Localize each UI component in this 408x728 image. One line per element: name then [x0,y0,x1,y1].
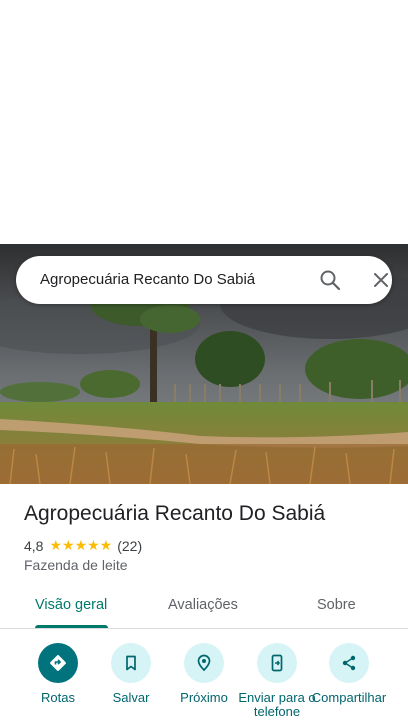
save-label: Salvar [112,690,150,705]
share-button[interactable]: Compartilhar [309,643,389,705]
rating-count: (22) [117,537,143,554]
save-button[interactable]: Salvar [91,643,171,705]
nearby-button[interactable]: Próximo [164,643,244,705]
search-icon[interactable] [318,268,342,292]
directions-label: Rotas [41,690,75,705]
rating-row[interactable]: 4,8 ★★★★★ (22) [24,537,142,554]
send-to-phone-button[interactable]: Enviar para o telefone [237,643,317,719]
bookmark-icon [111,643,151,683]
rating-stars: ★★★★★ [49,537,113,553]
nearby-icon [184,643,224,683]
place-title: Agropecuária Recanto Do Sabiá [24,502,326,525]
close-icon[interactable] [369,268,393,292]
tab-about[interactable]: Sobre [317,597,356,613]
search-input[interactable]: Agropecuária Recanto Do Sabiá [40,271,255,288]
send-to-phone-label: Enviar para o telefone [238,690,316,719]
send-to-phone-icon [257,643,297,683]
nearby-label: Próximo [180,690,228,705]
search-bar[interactable]: Agropecuária Recanto Do Sabiá [16,256,392,304]
tab-reviews[interactable]: Avaliações [168,597,238,613]
place-category: Fazenda de leite [24,557,128,573]
tab-overview[interactable]: Visão geral [35,597,107,613]
share-label: Compartilhar [311,690,387,705]
map-area[interactable] [0,0,408,244]
share-icon [329,643,369,683]
directions-icon [38,643,78,683]
rating-value: 4,8 [24,537,44,554]
tab-divider [0,628,408,629]
directions-button[interactable]: Rotas [18,643,98,705]
